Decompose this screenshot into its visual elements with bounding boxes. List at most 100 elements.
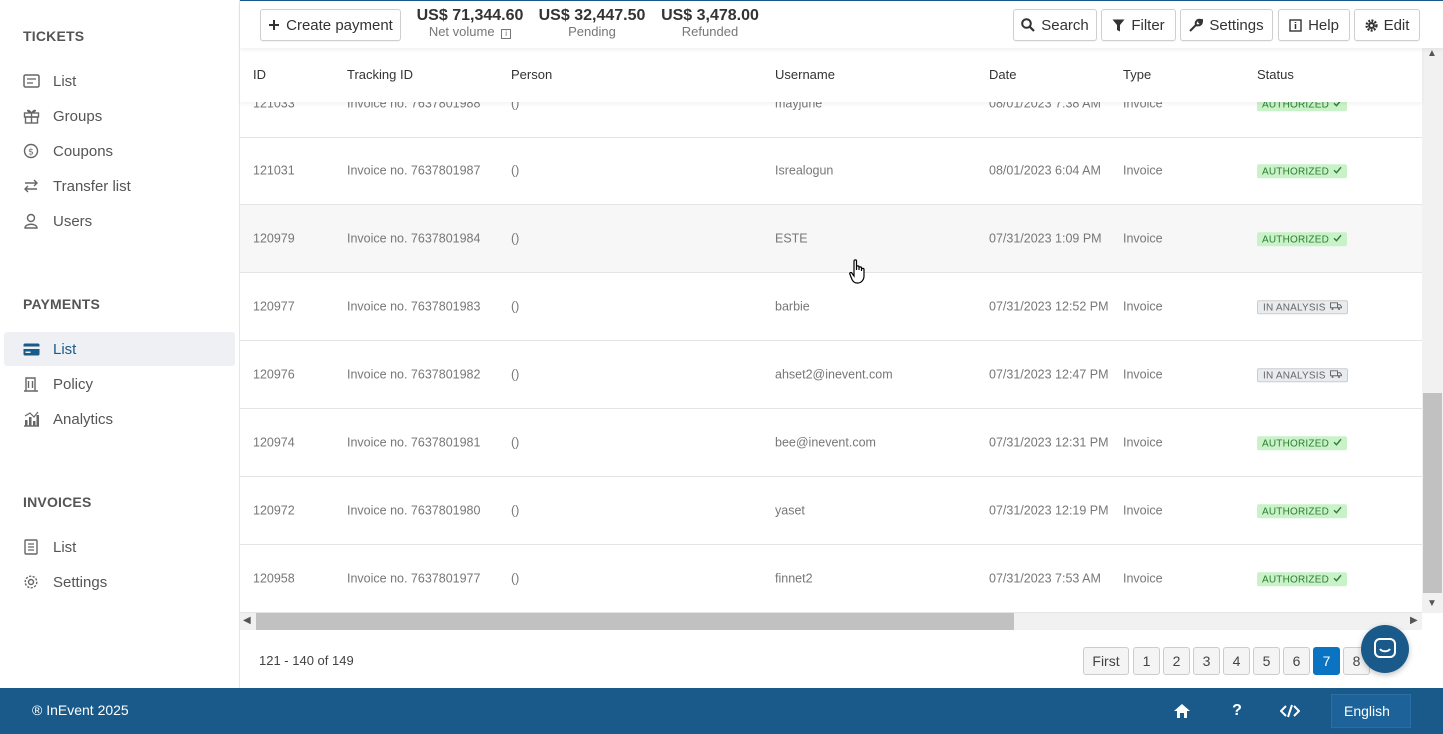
check-icon [1333, 164, 1342, 179]
code-icon[interactable] [1279, 700, 1301, 722]
language-select[interactable]: English [1331, 694, 1411, 728]
cell-person: () [511, 299, 520, 313]
svg-text:$: $ [28, 148, 34, 158]
cell-type: Invoice [1123, 299, 1163, 313]
cell-date: 08/01/2023 6:04 AM [989, 163, 1101, 177]
cell-username: bee@inevent.com [775, 435, 876, 449]
cell-type: Invoice [1123, 231, 1163, 245]
column-header-person[interactable]: Person [511, 67, 552, 82]
sidebar-item-label: Settings [53, 573, 108, 591]
chat-icon [1374, 638, 1396, 658]
pending-stat: US$ 32,447.50 Pending [537, 7, 647, 39]
question-icon[interactable]: ? [1226, 700, 1248, 722]
cell-date: 07/31/2023 12:19 PM [989, 503, 1109, 517]
page-button-6[interactable]: 6 [1283, 647, 1310, 675]
sidebar-item-label: Transfer list [53, 177, 131, 195]
cell-username: ahset2@inevent.com [775, 367, 893, 381]
cell-id: 120977 [253, 299, 295, 313]
sidebar-item-analytics[interactable]: Analytics [4, 402, 235, 436]
filter-icon [1112, 19, 1125, 31]
table-row[interactable]: 120976 Invoice no. 7637801982 () ahset2@ine… [240, 341, 1422, 409]
horizontal-scroll-thumb[interactable] [256, 613, 1014, 630]
vertical-scroll-thumb[interactable] [1423, 393, 1442, 593]
sidebar-item-coupons[interactable]: $ Coupons [4, 134, 235, 168]
cell-status: AUTHORIZED [1257, 231, 1347, 247]
page-button-1[interactable]: 1 [1133, 647, 1160, 675]
cell-person: () [511, 367, 520, 381]
status-badge: AUTHORIZED [1257, 232, 1347, 247]
footer: ® InEvent 2025 ? [0, 688, 1443, 734]
cell-date: 07/31/2023 12:52 PM [989, 299, 1109, 313]
home-icon[interactable] [1171, 700, 1193, 722]
cell-status: IN ANALYSIS [1257, 367, 1348, 383]
sidebar-item-users[interactable]: Users [4, 204, 235, 238]
cell-id: 120972 [253, 503, 295, 517]
refunded-value: US$ 3,478.00 [661, 7, 759, 24]
sidebar-item-transfer-list[interactable]: Transfer list [4, 169, 235, 203]
sidebar-item-label: Coupons [53, 142, 114, 160]
sidebar-item-payments-list[interactable]: List [4, 332, 235, 366]
pagination-range: 121 - 140 of 149 [259, 653, 354, 668]
scroll-up-icon[interactable]: ▲ [1427, 48, 1437, 59]
column-header-id[interactable]: ID [253, 67, 266, 82]
filter-button[interactable]: Filter [1101, 9, 1176, 41]
search-button[interactable]: Search [1013, 9, 1097, 41]
coupon-icon: $ [22, 142, 40, 160]
cell-status: IN ANALYSIS [1257, 299, 1348, 315]
sidebar-item-tickets-list[interactable]: List [4, 64, 235, 98]
column-header-username[interactable]: Username [775, 67, 835, 82]
scroll-down-icon[interactable]: ▼ [1427, 598, 1437, 609]
wrench-icon [1189, 18, 1204, 32]
sidebar-item-invoices-settings[interactable]: Settings [4, 565, 235, 599]
cell-date: 07/31/2023 7:53 AM [989, 571, 1101, 585]
scroll-left-icon[interactable]: ◀ [243, 615, 251, 626]
table-row[interactable]: 120977 Invoice no. 7637801983 () barbie 07/3… [240, 273, 1422, 341]
page-button-4[interactable]: 4 [1223, 647, 1250, 675]
page-button-3[interactable]: 3 [1193, 647, 1220, 675]
id-card-icon [22, 72, 40, 90]
status-badge-label: IN ANALYSIS [1263, 301, 1326, 313]
column-header-tracking-id[interactable]: Tracking ID [347, 67, 413, 82]
chat-button[interactable] [1361, 625, 1409, 673]
column-header-type[interactable]: Type [1123, 67, 1151, 82]
info-icon[interactable]: i [501, 29, 512, 39]
horizontal-scrollbar[interactable]: ◀ ▶ [240, 613, 1422, 630]
status-badge-label: AUTHORIZED [1262, 437, 1329, 449]
column-header-status[interactable]: Status [1257, 67, 1294, 82]
truck-icon [1329, 300, 1342, 315]
edit-button[interactable]: Edit [1354, 9, 1420, 41]
table-row[interactable]: 120974 Invoice no. 7637801981 () bee@ineven… [240, 409, 1422, 477]
table-row[interactable]: 120958 Invoice no. 7637801977 () finnet2 07/… [240, 545, 1422, 613]
sidebar-item-invoices-list[interactable]: List [4, 530, 235, 564]
status-badge: AUTHORIZED [1257, 164, 1347, 179]
sidebar-item-policy[interactable]: Policy [4, 367, 235, 401]
table-header: ID Tracking ID Person Username Date Type… [240, 48, 1422, 102]
vertical-scrollbar[interactable]: ▲ ▼ [1422, 48, 1443, 613]
table-row[interactable]: 120979 Invoice no. 7637801984 () ESTE 07/31/… [240, 205, 1422, 273]
cell-type: Invoice [1123, 435, 1163, 449]
help-button[interactable]: Help [1278, 9, 1350, 41]
status-badge: AUTHORIZED [1257, 436, 1347, 451]
scroll-right-icon[interactable]: ▶ [1410, 615, 1418, 626]
cell-person: () [511, 571, 520, 585]
table-row[interactable]: 120972 Invoice no. 7637801980 () yaset 07/31… [240, 477, 1422, 545]
status-badge-label: AUTHORIZED [1262, 165, 1329, 177]
page-first-button[interactable]: First [1083, 647, 1129, 675]
sidebar-item-label: Policy [53, 375, 94, 393]
cell-tracking-id: Invoice no. 7637801977 [347, 571, 481, 585]
column-header-date[interactable]: Date [989, 67, 1016, 82]
table-row[interactable]: 121031 Invoice no. 7637801987 () Isrealogun… [240, 137, 1422, 205]
settings-button[interactable]: Settings [1180, 9, 1273, 41]
cell-type: Invoice [1123, 571, 1163, 585]
filter-label: Filter [1131, 16, 1165, 34]
page-button-5[interactable]: 5 [1253, 647, 1280, 675]
status-badge: IN ANALYSIS [1257, 368, 1348, 383]
cell-username: Isrealogun [775, 163, 834, 177]
page-button-7[interactable]: 7 [1313, 647, 1340, 675]
create-payment-button[interactable]: Create payment [260, 9, 401, 41]
section-title-tickets: TICKETS [23, 28, 85, 44]
cell-date: 07/31/2023 12:47 PM [989, 367, 1109, 381]
net-volume-value: US$ 71,344.60 [416, 7, 524, 24]
sidebar-item-groups[interactable]: Groups [4, 99, 235, 133]
page-button-2[interactable]: 2 [1163, 647, 1190, 675]
